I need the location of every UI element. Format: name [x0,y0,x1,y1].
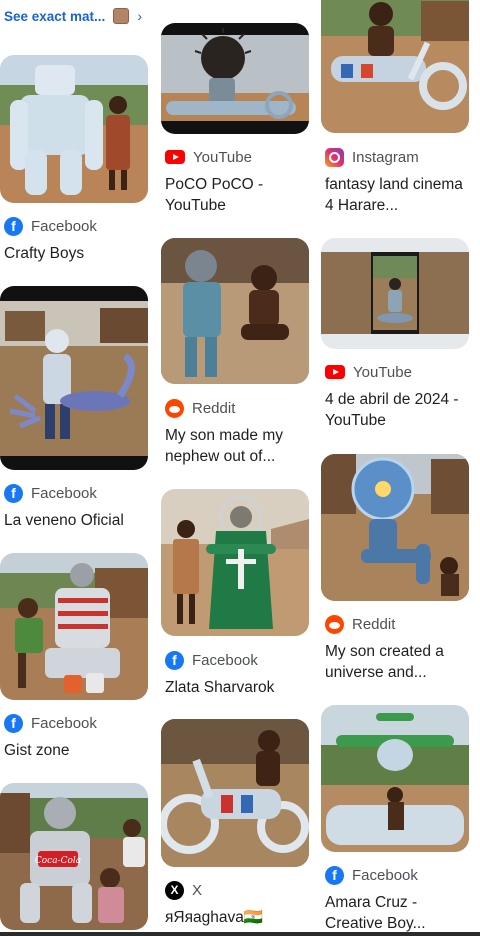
result-source[interactable]: YouTube [325,361,412,383]
result-title[interactable]: Crafty Boys [4,243,146,264]
result-title[interactable]: Gist zone [4,740,146,761]
result-source[interactable]: f Facebook [4,712,97,734]
result-title[interactable]: fantasy land cinema 4 Harare... [325,174,467,216]
result-image[interactable] [321,238,469,349]
facebook-icon: f [165,650,184,670]
result-title[interactable]: PoCO PoCO - YouTube [165,174,307,216]
result-title[interactable]: Zlata Sharvarok [165,677,307,698]
result-source[interactable]: X X [165,879,202,901]
result-title[interactable]: Amara Cruz - Creative Boy... [325,892,467,934]
result-source[interactable]: Reddit [165,397,235,419]
chevron-right-icon: › [137,8,142,24]
facebook-icon: f [4,483,23,503]
result-image[interactable]: Coca-Cola [0,783,148,930]
result-image[interactable] [161,719,309,867]
bottle-motorbike-image [161,719,309,867]
instagram-icon [325,147,344,167]
result-title[interactable]: My son made my nephew out of... [165,425,307,467]
thumbnail-icon [113,8,130,24]
result-title[interactable]: La veneno Oficial [4,510,146,531]
result-image[interactable] [161,489,309,636]
result-source[interactable]: f Facebook [4,482,97,504]
result-image[interactable] [161,238,309,384]
reddit-icon [165,398,184,418]
bottle-airplane-image [321,705,469,852]
coca-cola-statue-image: Coca-Cola [0,783,148,930]
result-image[interactable] [0,286,148,470]
robot-statue-image [0,55,148,203]
scorpion-statue-image [0,286,148,470]
universe-statue-image [321,454,469,601]
result-image[interactable] [321,0,469,133]
result-source[interactable]: Reddit [325,613,395,635]
result-image[interactable] [0,553,148,700]
gesture-bar [0,932,480,936]
bottle-sculpture-image [161,23,309,134]
facebook-icon: f [325,865,344,885]
reddit-icon [325,614,344,634]
result-source[interactable]: f Facebook [4,215,97,237]
youtube-icon [325,365,345,379]
bottle-figure-image [161,238,309,384]
result-title[interactable]: My son created a universe and... [325,641,467,683]
result-image[interactable] [0,55,148,203]
result-title[interactable]: 4 de abril de 2024 - YouTube [325,389,467,431]
result-title[interactable]: яЯяaghava🇮🇳 [165,907,307,928]
result-source[interactable]: YouTube [165,146,252,168]
youtube-icon [165,150,185,164]
facebook-icon: f [4,713,23,733]
green-bottle-statue-image [161,489,309,636]
result-image[interactable] [321,454,469,601]
see-exact-matches-label: See exact mat... [4,8,106,24]
bottle-bike-image [321,0,469,133]
result-image[interactable] [321,705,469,852]
coca-cola-logo: Coca-Cola [35,856,81,866]
result-image[interactable] [161,23,309,134]
result-source[interactable]: Instagram [325,146,419,168]
result-source[interactable]: f Facebook [165,649,258,671]
x-icon: X [165,880,184,900]
see-exact-matches-link[interactable]: See exact mat... › [4,8,142,24]
video-thumbnail-image [321,238,469,349]
result-source[interactable]: f Facebook [325,864,418,886]
facebook-icon: f [4,216,23,236]
seated-statue-image [0,553,148,700]
